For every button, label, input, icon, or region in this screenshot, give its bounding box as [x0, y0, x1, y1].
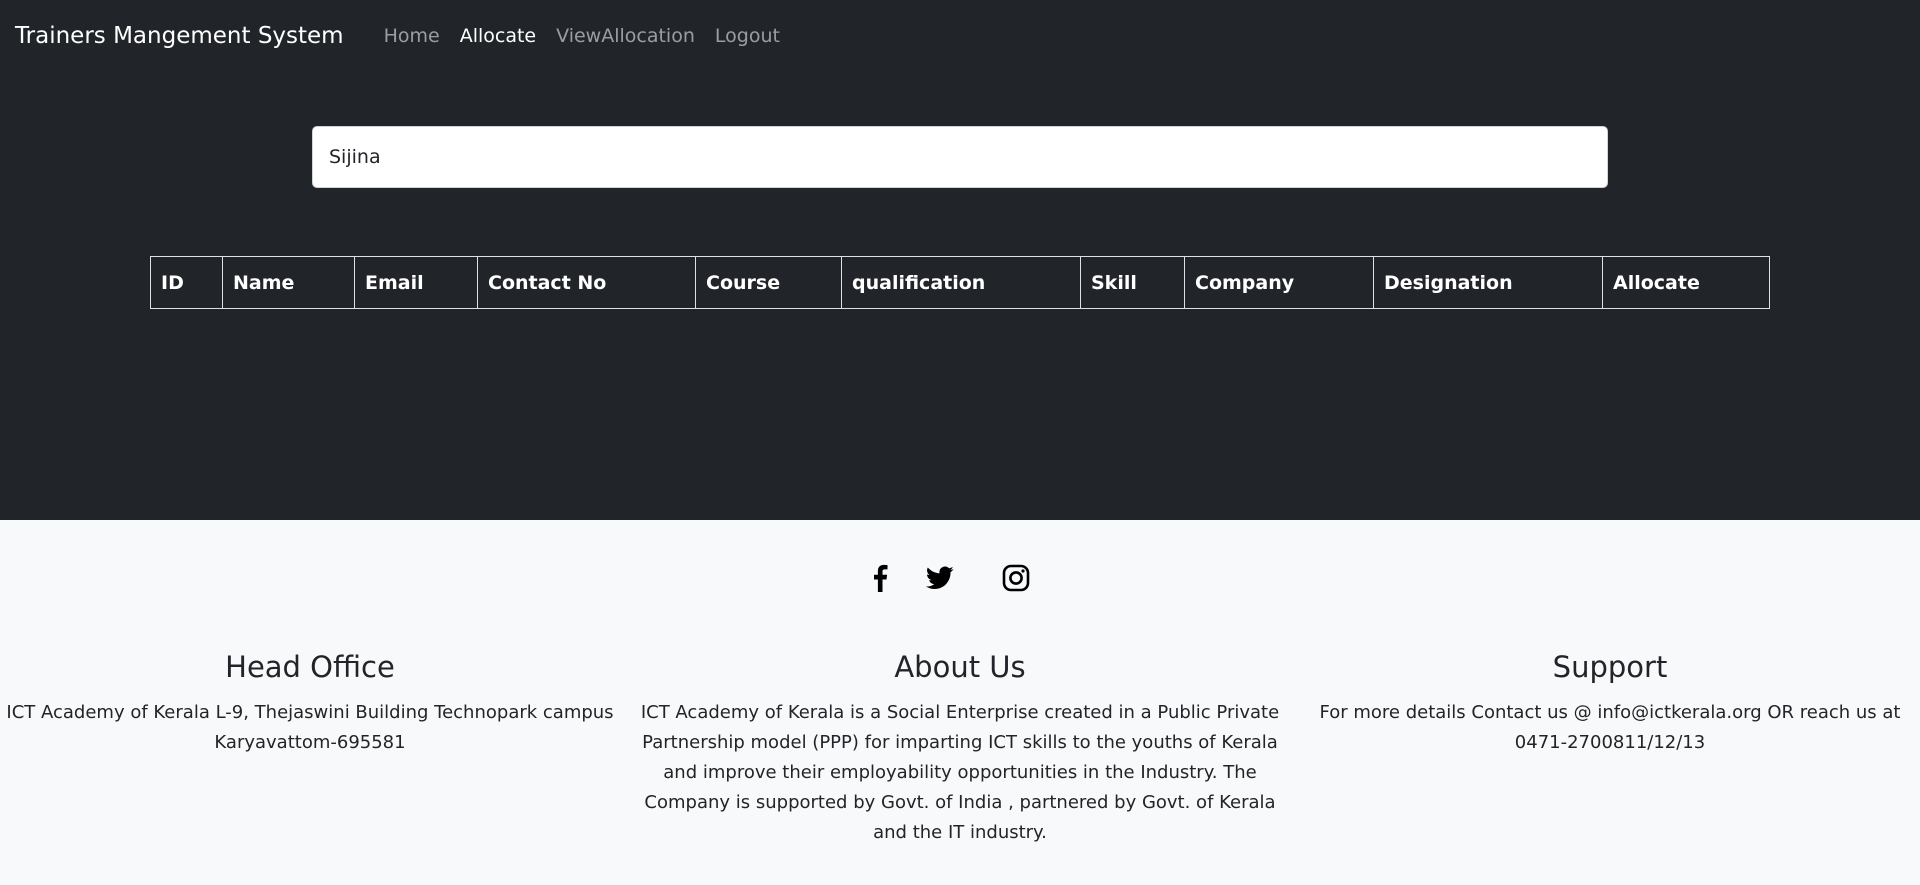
footer-columns: Head Office ICT Academy of Kerala L-9, T… — [0, 650, 1920, 848]
trainers-table: ID Name Email Contact No Course qualific… — [150, 256, 1770, 309]
nav-home[interactable]: Home — [374, 25, 450, 47]
col-header-designation: Designation — [1373, 256, 1603, 309]
table-header-row: ID Name Email Contact No Course qualific… — [150, 256, 1770, 309]
col-header-skill: Skill — [1080, 256, 1185, 309]
nav-allocate[interactable]: Allocate — [450, 25, 546, 47]
brand-link[interactable]: Trainers Mangement System — [15, 23, 344, 49]
support-text: For more details Contact us @ info@ictke… — [1319, 702, 1901, 753]
about-title: About Us — [894, 650, 1026, 684]
head-office-text: ICT Academy of Kerala L-9, Thejaswini Bu… — [6, 702, 614, 753]
support-title: Support — [1552, 650, 1668, 684]
social-links — [0, 562, 1920, 594]
support-section: Support For more details Contact us @ in… — [1300, 650, 1920, 848]
twitter-icon[interactable] — [924, 562, 956, 594]
col-header-contact: Contact No — [477, 256, 696, 309]
footer: Head Office ICT Academy of Kerala L-9, T… — [0, 520, 1920, 885]
search-input[interactable] — [312, 126, 1608, 188]
head-office-title: Head Office — [225, 650, 395, 684]
facebook-icon[interactable] — [864, 562, 896, 594]
about-text: ICT Academy of Kerala is a Social Enterp… — [640, 702, 1280, 843]
col-header-company: Company — [1184, 256, 1374, 309]
main-section: Trainers Mangement System Home Allocate … — [0, 0, 1920, 520]
col-header-allocate: Allocate — [1602, 256, 1770, 309]
search-container — [312, 126, 1608, 188]
col-header-course: Course — [695, 256, 842, 309]
col-header-id: ID — [150, 256, 223, 309]
instagram-icon[interactable] — [1000, 562, 1032, 594]
about-section: About Us ICT Academy of Kerala is a Soci… — [620, 650, 1300, 848]
head-office-section: Head Office ICT Academy of Kerala L-9, T… — [0, 650, 620, 848]
nav-logout[interactable]: Logout — [705, 25, 790, 47]
nav-viewallocation[interactable]: ViewAllocation — [546, 25, 705, 47]
trainers-table-container: ID Name Email Contact No Course qualific… — [150, 256, 1770, 309]
col-header-name: Name — [222, 256, 355, 309]
col-header-qualification: qualification — [841, 256, 1081, 309]
col-header-email: Email — [354, 256, 478, 309]
navbar: Trainers Mangement System Home Allocate … — [0, 0, 1920, 72]
